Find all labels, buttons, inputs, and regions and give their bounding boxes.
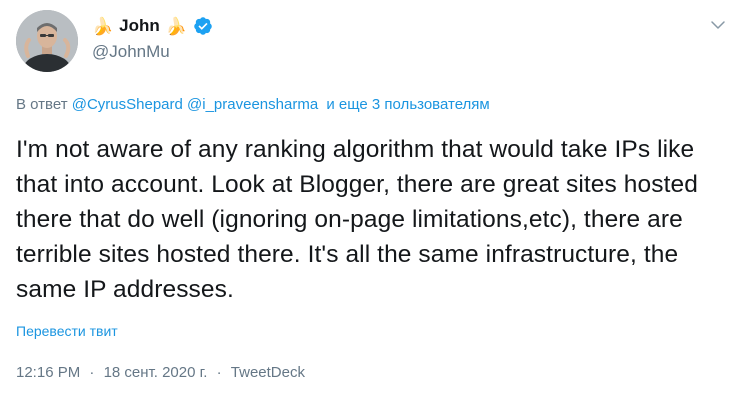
reply-context: В ответ @CyrusShepard @i_praveensharma и… <box>16 96 490 113</box>
avatar-photo <box>16 10 78 72</box>
author-display-name[interactable]: John <box>119 16 160 36</box>
author-handle[interactable]: @JohnMu <box>92 42 170 62</box>
verified-badge-icon <box>194 17 212 35</box>
banana-icon: 🍌 <box>165 16 187 36</box>
translate-tweet-link[interactable]: Перевести твит <box>16 323 118 339</box>
tweet-date: 18 сент. 2020 г. <box>103 364 208 381</box>
reply-more-users-link[interactable]: и еще 3 пользователям <box>326 96 489 113</box>
tweet-metadata: 12:16 PM · 18 сент. 2020 г. · TweetDeck <box>16 364 305 381</box>
author-name-row[interactable]: 🍌 John 🍌 <box>92 14 213 38</box>
reply-prefix: В ответ <box>16 96 68 113</box>
reply-mention-link[interactable]: @i_praveensharma <box>187 96 318 113</box>
tweet-card: 🍌 John 🍌 @JohnMu В ответ @CyrusShepard @… <box>0 0 743 401</box>
tweet-timestamp-link[interactable]: 12:16 PM · 18 сент. 2020 г. <box>16 364 212 381</box>
banana-icon: 🍌 <box>92 16 114 36</box>
chevron-down-icon[interactable] <box>709 16 727 34</box>
meta-separator: · <box>89 364 95 381</box>
tweet-time: 12:16 PM <box>16 364 81 381</box>
tweet-source: TweetDeck <box>230 364 305 381</box>
meta-separator: · <box>216 364 222 381</box>
avatar[interactable] <box>16 10 78 72</box>
reply-mention-link[interactable]: @CyrusShepard <box>72 96 183 113</box>
tweet-text: I'm not aware of any ranking algorithm t… <box>16 136 698 303</box>
